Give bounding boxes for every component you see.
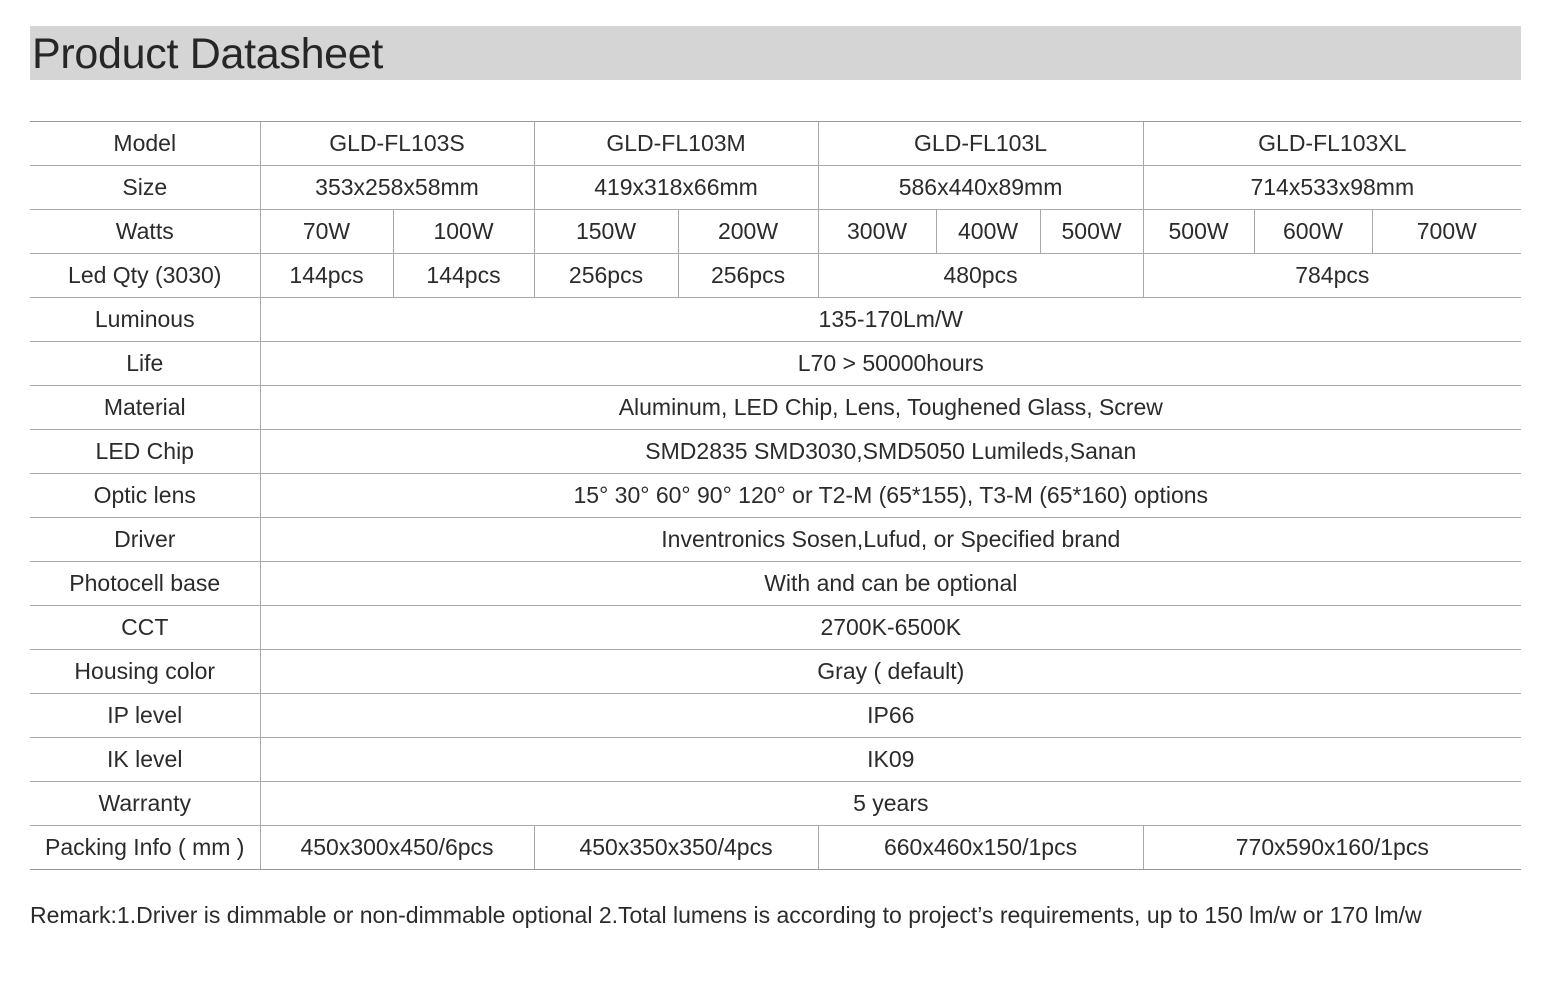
remark-text: Remark:1.Driver is dimmable or non-dimma… [30, 902, 1422, 928]
row-label: Model [30, 121, 260, 166]
row-label: Packing Info ( mm ) [30, 825, 260, 870]
row-value: Aluminum, LED Chip, Lens, Toughened Glas… [259, 385, 1522, 430]
table-row-watts: Watts 70W 100W 150W 200W 300W 400W 500W … [30, 209, 1522, 254]
watts-cell: 600W [1253, 209, 1373, 254]
row-value: IP66 [259, 693, 1522, 738]
table-row-packing-info: Packing Info ( mm ) 450x300x450/6pcs 450… [30, 825, 1522, 870]
table-row-cct: CCT 2700K-6500K [30, 605, 1522, 650]
table-row-life: Life L70 > 50000hours [30, 341, 1522, 386]
row-label: IK level [30, 737, 260, 782]
table-row-luminous: Luminous 135-170Lm/W [30, 297, 1522, 342]
size-cell: 714x533x98mm [1142, 165, 1522, 210]
datasheet-table: Model GLD-FL103S GLD-FL103M GLD-FL103L G… [30, 121, 1522, 870]
row-label: LED Chip [30, 429, 260, 474]
table-row-size: Size 353x258x58mm 419x318x66mm 586x440x8… [30, 165, 1522, 210]
watts-cell: 300W [817, 209, 937, 254]
model-cell: GLD-FL103S [259, 121, 535, 166]
model-cell: GLD-FL103XL [1142, 121, 1522, 166]
table-row-photocell-base: Photocell base With and can be optional [30, 561, 1522, 606]
page-title: Product Datasheet [32, 30, 384, 78]
row-label: Material [30, 385, 260, 430]
row-label: Optic lens [30, 473, 260, 518]
row-value: Inventronics Sosen,Lufud, or Specified b… [259, 517, 1522, 562]
led-qty-cell: 480pcs [817, 253, 1144, 298]
size-cell: 419x318x66mm [533, 165, 819, 210]
row-value: With and can be optional [259, 561, 1522, 606]
table-row-led-qty: Led Qty (3030) 144pcs 144pcs 256pcs 256p… [30, 253, 1522, 298]
packing-cell: 450x350x350/4pcs [533, 825, 819, 870]
table-row-driver: Driver Inventronics Sosen,Lufud, or Spec… [30, 517, 1522, 562]
row-value: 2700K-6500K [259, 605, 1522, 650]
led-qty-cell: 144pcs [259, 253, 393, 298]
watts-cell: 400W [935, 209, 1041, 254]
row-label: IP level [30, 693, 260, 738]
led-qty-cell: 144pcs [392, 253, 535, 298]
row-label: Watts [30, 209, 260, 254]
size-cell: 353x258x58mm [259, 165, 535, 210]
packing-cell: 770x590x160/1pcs [1142, 825, 1522, 870]
table-row-led-chip: LED Chip SMD2835 SMD3030,SMD5050 Lumiled… [30, 429, 1522, 474]
row-value: IK09 [259, 737, 1522, 782]
watts-cell: 700W [1371, 209, 1522, 254]
model-cell: GLD-FL103L [817, 121, 1144, 166]
watts-cell: 150W [533, 209, 679, 254]
row-value: L70 > 50000hours [259, 341, 1522, 386]
watts-cell: 100W [392, 209, 535, 254]
row-label: Housing color [30, 649, 260, 694]
row-value: Gray ( default) [259, 649, 1522, 694]
model-cell: GLD-FL103M [533, 121, 819, 166]
row-label: Warranty [30, 781, 260, 826]
led-qty-cell: 256pcs [677, 253, 819, 298]
row-label: Led Qty (3030) [30, 253, 260, 298]
row-label: Photocell base [30, 561, 260, 606]
table-row-ip-level: IP level IP66 [30, 693, 1522, 738]
table-row-model: Model GLD-FL103S GLD-FL103M GLD-FL103L G… [30, 121, 1522, 166]
led-qty-cell: 784pcs [1142, 253, 1522, 298]
table-row-warranty: Warranty 5 years [30, 781, 1522, 826]
row-value: 15° 30° 60° 90° 120° or T2-M (65*155), T… [259, 473, 1522, 518]
row-label: Size [30, 165, 260, 210]
packing-cell: 450x300x450/6pcs [259, 825, 535, 870]
packing-cell: 660x460x150/1pcs [817, 825, 1144, 870]
table-row-material: Material Aluminum, LED Chip, Lens, Tough… [30, 385, 1522, 430]
table-row-optic-lens: Optic lens 15° 30° 60° 90° 120° or T2-M … [30, 473, 1522, 518]
row-value: 5 years [259, 781, 1522, 826]
watts-cell: 200W [677, 209, 819, 254]
watts-cell: 500W [1142, 209, 1255, 254]
watts-cell: 70W [259, 209, 393, 254]
row-label: CCT [30, 605, 260, 650]
table-row-ik-level: IK level IK09 [30, 737, 1522, 782]
row-label: Driver [30, 517, 260, 562]
led-qty-cell: 256pcs [533, 253, 679, 298]
watts-cell: 500W [1039, 209, 1144, 254]
row-label: Luminous [30, 297, 260, 342]
row-value: 135-170Lm/W [259, 297, 1522, 342]
row-value: SMD2835 SMD3030,SMD5050 Lumileds,Sanan [259, 429, 1522, 474]
table-row-housing-color: Housing color Gray ( default) [30, 649, 1522, 694]
title-bar: Product Datasheet [30, 26, 1521, 80]
size-cell: 586x440x89mm [817, 165, 1144, 210]
row-label: Life [30, 341, 260, 386]
